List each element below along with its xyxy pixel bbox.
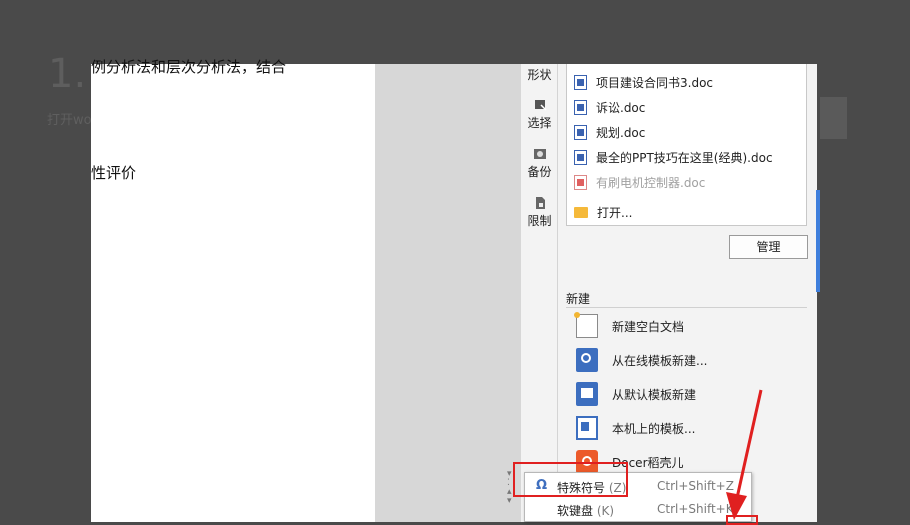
document-page[interactable]: 例分析法和层次分析法，结合 性评价 bbox=[91, 58, 375, 522]
panel-collapse-handle[interactable] bbox=[816, 190, 820, 292]
local-template-icon bbox=[576, 416, 598, 440]
new-from-online-template[interactable]: 从在线模板新建... bbox=[576, 345, 707, 375]
workspace-gap bbox=[375, 64, 521, 522]
side-tool-restrict[interactable]: 限制 bbox=[521, 196, 558, 229]
recent-file-item[interactable]: 项目建设合同书3.doc bbox=[574, 71, 713, 93]
background-text: 打开wo bbox=[47, 113, 92, 128]
document-text-line: 例分析法和层次分析法，结合 bbox=[91, 58, 287, 76]
scroll-markers: ▾ ⁚ ▴ ▾ bbox=[507, 469, 512, 506]
side-tool-strip: 形状 选择 备份 限制 bbox=[521, 64, 558, 522]
document-text-line: 性评价 bbox=[91, 164, 137, 182]
background-heading: 1. bbox=[48, 51, 87, 97]
new-item-label: 从在线模板新建... bbox=[612, 353, 708, 368]
side-tool-label: 选择 bbox=[527, 116, 552, 130]
default-template-icon bbox=[576, 382, 598, 406]
new-from-local-template[interactable]: 本机上的模板... bbox=[576, 413, 695, 443]
recent-file-item[interactable]: 最全的PPT技巧在这里(经典).doc bbox=[574, 146, 773, 168]
open-file-item[interactable]: 打开... bbox=[574, 201, 632, 223]
new-from-default-template[interactable]: 从默认模板新建 bbox=[576, 379, 696, 409]
side-tool-label: 形状 bbox=[527, 68, 552, 82]
side-tool-shape[interactable]: 形状 bbox=[521, 66, 558, 83]
side-tool-backup[interactable]: 备份 bbox=[521, 147, 558, 180]
recent-file-name: 最全的PPT技巧在这里(经典).doc bbox=[596, 150, 773, 165]
word-doc-icon bbox=[574, 149, 587, 165]
folder-icon bbox=[574, 206, 588, 218]
highlight-box bbox=[513, 462, 628, 497]
recent-files-list: 项目建设合同书3.doc 诉讼.doc 规划.doc 最全的PPT技巧在这里(经… bbox=[566, 64, 807, 226]
menu-item-label: 软键盘 (K) bbox=[557, 504, 615, 518]
restrict-icon bbox=[535, 197, 545, 209]
blank-doc-icon bbox=[574, 312, 598, 338]
divider bbox=[566, 307, 807, 308]
side-tool-label: 限制 bbox=[527, 214, 552, 228]
open-file-label: 打开... bbox=[597, 205, 633, 220]
recent-file-item[interactable]: 规划.doc bbox=[574, 121, 645, 143]
word-doc-icon bbox=[574, 99, 587, 115]
new-blank-document[interactable]: 新建空白文档 bbox=[574, 311, 685, 341]
menu-item-soft-keyboard[interactable]: 软键盘 (K) Ctrl+Shift+K bbox=[525, 498, 751, 521]
backup-icon bbox=[533, 149, 546, 159]
new-item-label: 新建空白文档 bbox=[612, 319, 685, 334]
new-item-label: 本机上的模板... bbox=[612, 421, 696, 436]
right-side-widget bbox=[820, 97, 847, 139]
side-tool-label: 备份 bbox=[527, 165, 552, 179]
manage-button[interactable]: 管理 bbox=[729, 235, 808, 259]
word-doc-icon bbox=[574, 74, 587, 90]
recent-file-item[interactable]: 诉讼.doc bbox=[574, 96, 645, 118]
online-template-icon bbox=[576, 348, 598, 372]
recent-file-name: 规划.doc bbox=[596, 125, 646, 140]
recent-file-item[interactable]: 有刷电机控制器.doc bbox=[574, 171, 705, 193]
side-tool-select[interactable]: 选择 bbox=[521, 98, 558, 131]
word-doc-missing-icon bbox=[574, 174, 587, 190]
annotation-arrow-icon bbox=[726, 389, 763, 520]
new-section-title: 新建 bbox=[566, 292, 591, 306]
recent-file-name: 有刷电机控制器.doc bbox=[596, 175, 706, 190]
recent-file-name: 诉讼.doc bbox=[596, 100, 646, 115]
new-item-label: 从默认模板新建 bbox=[612, 387, 697, 402]
word-doc-icon bbox=[574, 124, 587, 140]
recent-file-name: 项目建设合同书3.doc bbox=[596, 75, 714, 90]
select-icon bbox=[534, 100, 547, 111]
